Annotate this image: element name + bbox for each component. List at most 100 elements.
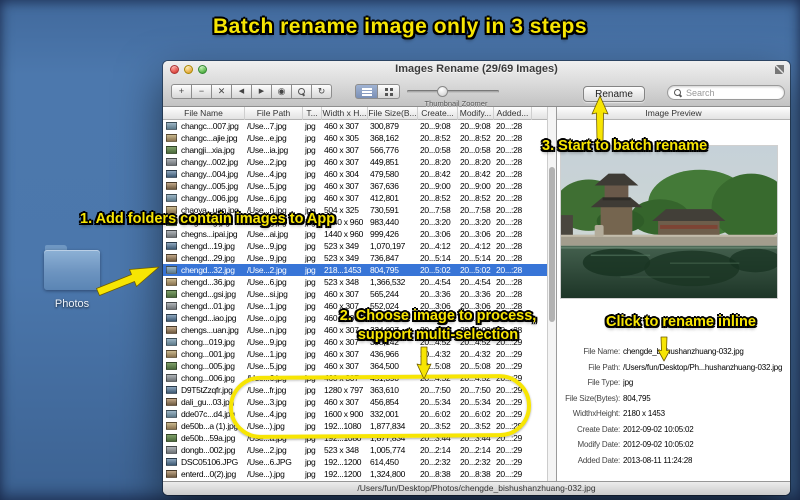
- table-row[interactable]: chengd...gsi.jpg/Use...si.jpg jpg 460 x 30…: [163, 288, 547, 300]
- view-mode-switch: [355, 84, 400, 99]
- title-bar[interactable]: Images Rename (29/69 Images): [163, 61, 790, 78]
- cell-file-name: de50b...59a.jpg: [181, 433, 236, 443]
- cell-file-path: /Use...9.jpg: [247, 253, 287, 263]
- folder-label: Photos: [54, 298, 90, 310]
- traffic-lights: [170, 65, 207, 74]
- cell-created: 20...3:36: [420, 289, 451, 299]
- remove-button[interactable]: −: [191, 84, 212, 99]
- cell-type: jpg: [305, 445, 316, 455]
- zoom-button[interactable]: [291, 84, 312, 99]
- cell-dimensions: 523 x 348: [324, 277, 359, 287]
- column-header[interactable]: File Path: [245, 107, 303, 120]
- cell-file-name: chegns...ipai.jpg: [181, 229, 238, 239]
- table-row[interactable]: chengd...29.jpg/Use...9.jpg jpg 523 x 349 7…: [163, 252, 547, 264]
- cell-type: jpg: [305, 229, 316, 239]
- add-button[interactable]: +: [171, 84, 192, 99]
- cell-type: jpg: [305, 241, 316, 251]
- table-row[interactable]: changji...xia.jpg/Use...ia.jpg jpg 460 x 3…: [163, 144, 547, 156]
- back-button[interactable]: ◀: [231, 84, 252, 99]
- cell-type: jpg: [305, 457, 316, 467]
- table-row[interactable]: chong...005.jpg/Use...5.jpg jpg 460 x 307 3…: [163, 360, 547, 372]
- grid-view-button[interactable]: [377, 84, 400, 99]
- table-row[interactable]: changc...007.jpg/Use...7.jpg jpg 460 x 307…: [163, 120, 547, 132]
- thumbnail-zoomer-slider[interactable]: [407, 85, 499, 97]
- cell-modified: 20...9:00: [460, 181, 491, 191]
- cell-modified: 20...5:02: [460, 265, 491, 275]
- cell-file-path: /Use...6.jpg: [247, 277, 287, 287]
- scrollbar-thumb[interactable]: [549, 167, 555, 322]
- table-row[interactable]: changy...002.jpg/Use...2.jpg jpg 460 x 307…: [163, 156, 547, 168]
- maximize-button[interactable]: [198, 65, 207, 74]
- photos-folder[interactable]: Photos: [44, 245, 100, 310]
- column-header[interactable]: Modify...: [458, 107, 494, 120]
- column-header[interactable]: File Size(B...: [368, 107, 418, 120]
- table-row[interactable]: enterd...0(2).jpg/Use...).jpg jpg 192...12…: [163, 468, 547, 480]
- cell-type: jpg: [305, 157, 316, 167]
- slider-knob[interactable]: [436, 86, 448, 97]
- table-row[interactable]: changy...006.jpg/Use...6.jpg jpg 460 x 307…: [163, 192, 547, 204]
- list-view-button[interactable]: [355, 84, 378, 99]
- table-row[interactable]: chengd...36.jpg/Use...6.jpg jpg 523 x 348 1…: [163, 276, 547, 288]
- annotation-step2-line2: support multi-selection: [357, 327, 519, 343]
- cell-file-name: chengd...32.jpg: [181, 265, 235, 275]
- cell-file-size: 364,500: [370, 361, 399, 371]
- file-info-list: File Name: chengde_bishushanzhuang-032.jp…: [561, 344, 788, 468]
- info-label: WidthxHeight:: [572, 409, 620, 419]
- close-button[interactable]: [170, 65, 179, 74]
- cell-type: jpg: [305, 289, 316, 299]
- forward-button[interactable]: ▶: [251, 84, 272, 99]
- cell-created: 20...8:38: [420, 469, 451, 479]
- info-label: Added Date:: [577, 455, 620, 465]
- column-header[interactable]: Create...: [418, 107, 458, 120]
- info-label: File Size(Bytes):: [565, 393, 620, 403]
- table-row[interactable]: chengd...19.jpg/Use...9.jpg jpg 523 x 349 1…: [163, 240, 547, 252]
- cell-created: 20...3:20: [420, 217, 451, 227]
- preview-panel: Image Preview File Name: chengde_bishush…: [556, 107, 790, 481]
- cell-file-size: 565,244: [370, 289, 399, 299]
- table-row[interactable]: changy...004.jpg/Use...4.jpg jpg 460 x 304…: [163, 168, 547, 180]
- cell-created: 20...4:32: [420, 349, 451, 359]
- previous-icon: ◀: [238, 88, 245, 95]
- banner-title: Batch rename image only in 3 steps: [212, 15, 588, 38]
- quicklook-button[interactable]: ◉: [271, 84, 292, 99]
- refresh-button[interactable]: ↻: [311, 84, 332, 99]
- table-row[interactable]: chegns...ipai.jpg/Use...ai.jpg jpg 1440 x …: [163, 228, 547, 240]
- cell-dimensions: 523 x 349: [324, 241, 359, 251]
- cell-added: 20...:29: [496, 361, 522, 371]
- column-header[interactable]: Width x H...: [322, 107, 368, 120]
- table-row[interactable]: changc...ajie.jpg/Use...e.jpg jpg 460 x 30…: [163, 132, 547, 144]
- cell-file-path: /Use...9.jpg: [247, 241, 287, 251]
- column-header[interactable]: T...: [303, 107, 322, 120]
- cell-file-path: /Use...4.jpg: [247, 169, 287, 179]
- info-value[interactable]: chengde_bishushanzhuang-032.jpg: [623, 347, 744, 356]
- file-thumbnail-icon: [166, 458, 177, 466]
- column-header[interactable]: File Name: [163, 107, 245, 120]
- cell-type: jpg: [305, 253, 316, 263]
- rename-button[interactable]: Rename: [583, 86, 645, 102]
- cell-type: jpg: [305, 277, 316, 287]
- preview-photo-art: [561, 146, 777, 298]
- table-row[interactable]: dongb...002.jpg/Use...2.jpg jpg 523 x 348 1…: [163, 444, 547, 456]
- delete-button[interactable]: ✕: [211, 84, 232, 99]
- table-row[interactable]: changy...005.jpg/Use...5.jpg jpg 460 x 307…: [163, 180, 547, 192]
- table-scrollbar[interactable]: [547, 107, 556, 481]
- cell-file-name: chong...006.jpg: [181, 373, 235, 383]
- cell-file-name: chengs...uan.jpg: [181, 325, 239, 335]
- cell-file-path: /Use...1.jpg: [247, 301, 287, 311]
- minimize-button[interactable]: [184, 65, 193, 74]
- file-thumbnail-icon: [166, 122, 177, 130]
- fullscreen-icon[interactable]: [775, 65, 784, 74]
- info-row: WidthxHeight: 2180 x 1453: [561, 406, 788, 422]
- cell-dimensions: 460 x 307: [324, 145, 359, 155]
- table-row[interactable]: DSC05106.JPG/Use...6.JPG jpg 192...1200 614…: [163, 456, 547, 468]
- status-bar: /Users/fun/Desktop/Photos/chengde_bishus…: [163, 481, 790, 495]
- cell-type: jpg: [305, 361, 316, 371]
- cell-file-path: /Use...e.jpg: [247, 133, 287, 143]
- table-row[interactable]: chong...001.jpg/Use...1.jpg jpg 460 x 307 4…: [163, 348, 547, 360]
- cell-file-size: 736,847: [370, 253, 399, 263]
- search-field[interactable]: Search: [667, 85, 785, 100]
- column-header[interactable]: Added...: [494, 107, 532, 120]
- table-row[interactable]: chengd...32.jpg/Use...2.jpg jpg 218...1453…: [163, 264, 547, 276]
- cell-file-name: chong...001.jpg: [181, 349, 235, 359]
- file-thumbnail-icon: [166, 314, 177, 322]
